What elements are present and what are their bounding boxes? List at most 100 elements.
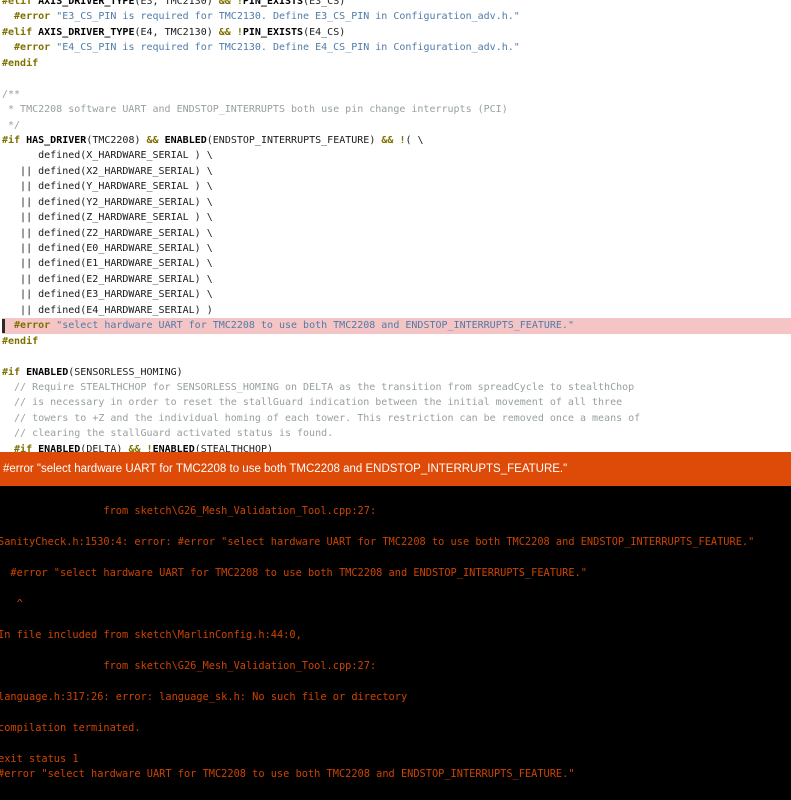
code-line: || defined(X2_HARDWARE_SERIAL) \ [2,164,791,179]
code-line: || defined(E2_HARDWARE_SERIAL) \ [2,272,791,287]
code-line: // clearing the stallGuard activated sta… [2,426,791,441]
code-token: || defined(E2_HARDWARE_SERIAL) \ [2,274,213,285]
code-token: (E4, TMC2130) [134,27,218,38]
code-token: #if [2,444,32,452]
code-token: || defined(Y2_HARDWARE_SERIAL) \ [2,197,213,208]
console-line: ^ [0,597,791,613]
code-token: #error [2,320,50,331]
code-line: #endif [2,334,791,349]
code-token: ENABLED [38,444,80,452]
code-token: // Require STEALTHCHOP for SENSORLESS_HO… [2,382,634,393]
console-line: language.h:317:26: error: language_sk.h:… [0,690,791,706]
code-line: #error "E4_CS_PIN is required for TMC213… [2,40,791,55]
code-line: */ [2,118,791,133]
code-token: "select hardware UART for TMC2208 to use… [56,320,574,331]
console-line: from sketch\G26_Mesh_Validation_Tool.cpp… [0,659,791,675]
code-token: "E4_CS_PIN is required for TMC2130. Defi… [56,42,520,53]
code-line: defined(X_HARDWARE_SERIAL ) \ [2,148,791,163]
code-token: (E4_CS) [303,27,345,38]
error-status-bar: #error "select hardware UART for TMC2208… [0,452,791,486]
code-line: || defined(Y2_HARDWARE_SERIAL) \ [2,195,791,210]
code-token: PIN_EXISTS [243,0,303,7]
code-token: * TMC2208 software UART and ENDSTOP_INTE… [2,104,508,115]
code-line: || defined(E0_HARDWARE_SERIAL) \ [2,241,791,256]
console-line: exit status 1 [0,752,791,768]
text-cursor [2,319,5,333]
code-token: (TMC2208) [86,135,146,146]
code-line: // is necessary in order to reset the st… [2,395,791,410]
code-token: ENABLED [165,135,207,146]
code-token: #elif [2,0,32,7]
code-token: #endif [2,58,38,69]
code-token: || defined(X2_HARDWARE_SERIAL) \ [2,166,213,177]
code-line: #if HAS_DRIVER(TMC2208) && ENABLED(ENDST… [2,133,791,148]
code-token: // is necessary in order to reset the st… [2,397,622,408]
code-token: && [219,27,231,38]
code-token: (STEALTHCHOP) [195,444,273,452]
code-token: || defined(Z_HARDWARE_SERIAL ) \ [2,212,213,223]
code-line: || defined(Z2_HARDWARE_SERIAL) \ [2,226,791,241]
console-line [0,612,791,628]
console-line [0,550,791,566]
console-line: #error "select hardware UART for TMC2208… [0,767,791,783]
console-line [0,736,791,752]
code-token: (ENDSTOP_INTERRUPTS_FEATURE) [207,135,382,146]
code-token: // clearing the stallGuard activated sta… [2,428,333,439]
code-line: #error "E3_CS_PIN is required for TMC213… [2,9,791,24]
code-token: // towers to +Z and the individual homin… [2,413,640,424]
code-line: #if ENABLED(SENSORLESS_HOMING) [2,365,791,380]
code-token: (DELTA) [80,444,128,452]
console-line [0,519,791,535]
code-line [2,349,791,364]
code-token: HAS_DRIVER [26,135,86,146]
code-line: * TMC2208 software UART and ENDSTOP_INTE… [2,102,791,117]
code-line: /** [2,87,791,102]
code-token: && [381,135,393,146]
code-token: ( \ [405,135,423,146]
console-line [0,581,791,597]
code-editor-content: #elif AXIS_DRIVER_TYPE(E3, TMC2130) && !… [0,0,791,452]
code-token: */ [2,120,20,131]
console-line: SanityCheck.h:1530:4: error: #error "sel… [0,535,791,551]
code-token: PIN_EXISTS [243,27,303,38]
code-line: #elif AXIS_DRIVER_TYPE(E3, TMC2130) && !… [2,0,791,9]
code-token: #elif [2,27,32,38]
code-token: defined(X_HARDWARE_SERIAL ) \ [2,150,213,161]
code-line: #if ENABLED(DELTA) && !ENABLED(STEALTHCH… [2,442,791,452]
code-token: "E3_CS_PIN is required for TMC2130. Defi… [56,11,520,22]
code-line: || defined(E4_HARDWARE_SERIAL) ) [2,303,791,318]
code-line: || defined(E3_HARDWARE_SERIAL) \ [2,287,791,302]
code-token: #error [2,11,50,22]
code-token: || defined(Y_HARDWARE_SERIAL ) \ [2,181,213,192]
code-token: || defined(E1_HARDWARE_SERIAL) \ [2,258,213,269]
console-output-pane[interactable]: from sketch\G26_Mesh_Validation_Tool.cpp… [0,486,791,800]
console-line: In file included from sketch\MarlinConfi… [0,628,791,644]
code-token: ENABLED [26,367,68,378]
error-status-text: #error "select hardware UART for TMC2208… [3,463,567,475]
console-line [0,488,791,504]
console-output-content: from sketch\G26_Mesh_Validation_Tool.cpp… [0,488,791,783]
code-line: // Require STEALTHCHOP for SENSORLESS_HO… [2,380,791,395]
code-token: && [219,0,231,7]
code-token: #endif [2,336,38,347]
code-token: #if [2,367,20,378]
code-token: && [147,135,159,146]
code-editor-pane[interactable]: #elif AXIS_DRIVER_TYPE(E3, TMC2130) && !… [0,0,791,452]
console-line: compilation terminated. [0,721,791,737]
code-line: || defined(Z_HARDWARE_SERIAL ) \ [2,210,791,225]
code-token: #if [2,135,20,146]
code-line [2,71,791,86]
code-token: /** [2,89,20,100]
code-token: || defined(E3_HARDWARE_SERIAL) \ [2,289,213,300]
console-line [0,674,791,690]
code-token: #error [2,42,50,53]
code-token: || defined(Z2_HARDWARE_SERIAL) \ [2,228,213,239]
code-token: && [128,444,140,452]
code-token: AXIS_DRIVER_TYPE [38,0,134,7]
code-line: #endif [2,56,791,71]
code-token: || defined(E4_HARDWARE_SERIAL) ) [2,305,213,316]
console-line [0,705,791,721]
code-token: (E3, TMC2130) [134,0,218,7]
code-token: (SENSORLESS_HOMING) [68,367,182,378]
error-highlighted-line: #error "select hardware UART for TMC2208… [2,318,791,333]
